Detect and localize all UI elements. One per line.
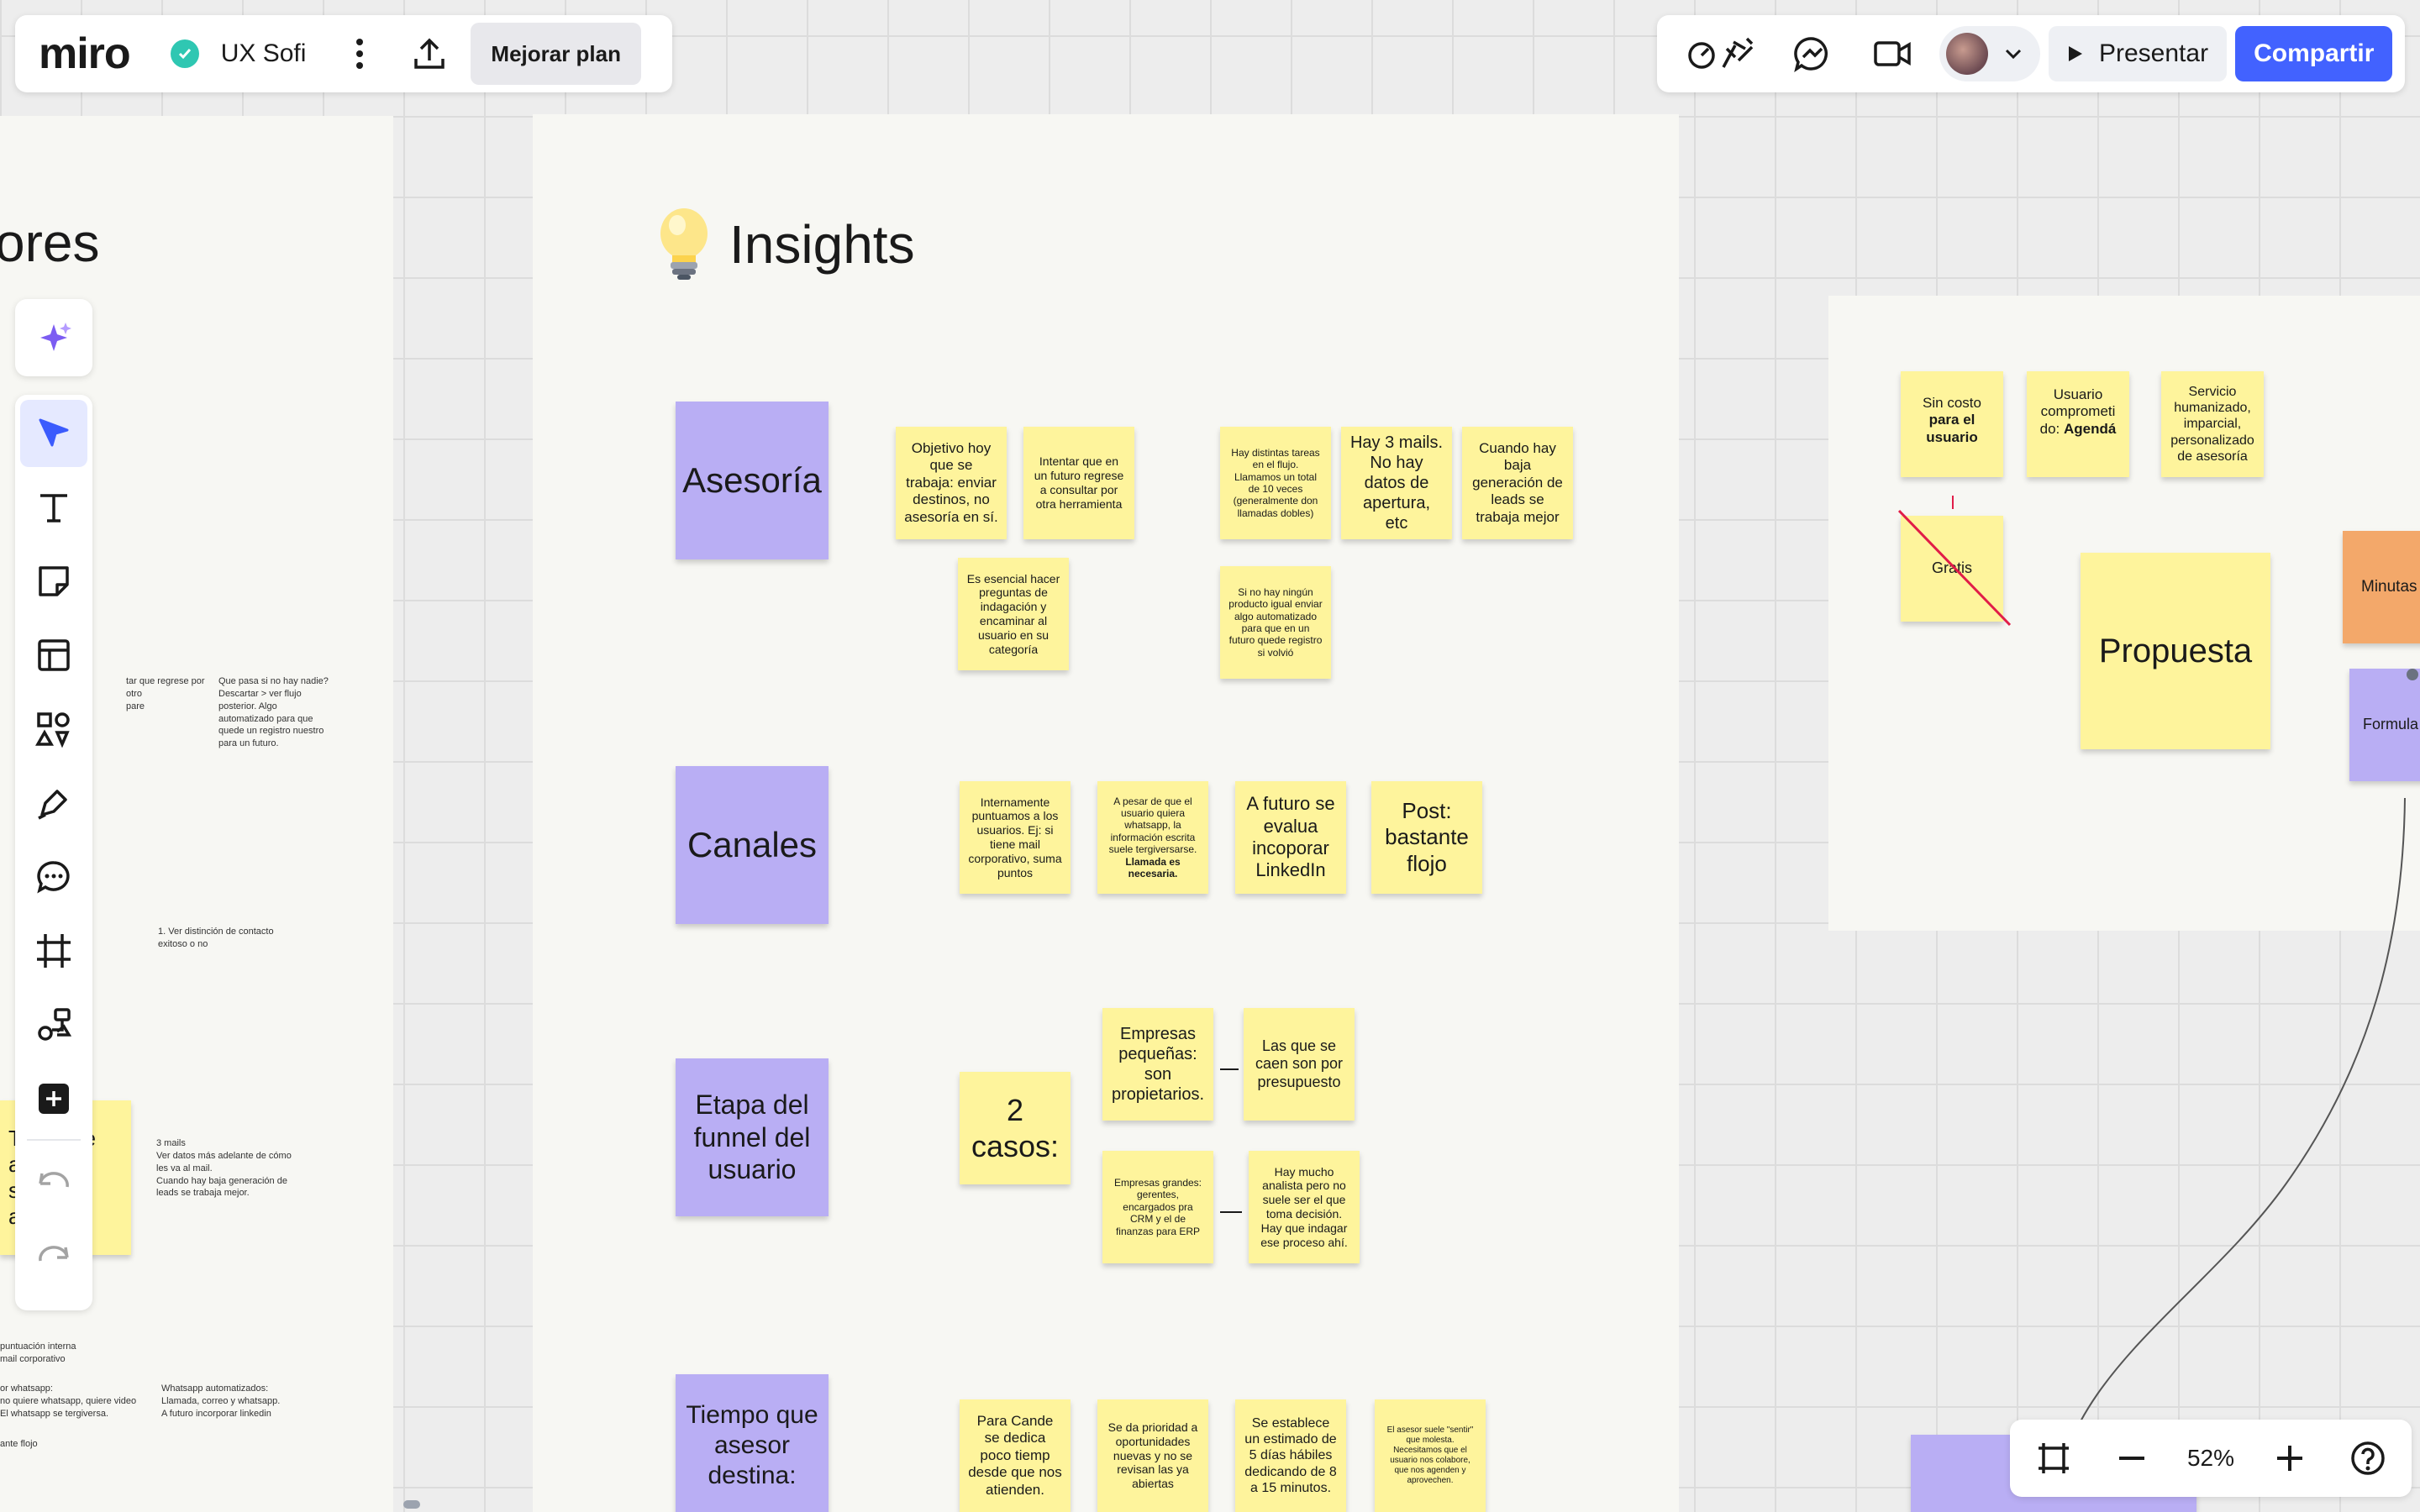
avatar <box>1946 33 1988 75</box>
row-label-tiempo[interactable]: Tiempo que asesor destina: <box>676 1374 829 1512</box>
left-note: Whatsapp automatizados: Llamada, correo … <box>161 1383 281 1419</box>
zoom-panel: 52% <box>2010 1420 2412 1497</box>
left-note: tar que regrese por otro pare <box>126 676 205 711</box>
sticky-note[interactable]: Es esencial hacer preguntas de indagació… <box>958 558 1069 670</box>
video-icon[interactable] <box>1867 24 1918 83</box>
sticky-note[interactable]: Usuario comprometi do: Agendá <box>2027 371 2129 477</box>
sticky-note[interactable]: Internamente puntuamos a los usuarios. E… <box>960 781 1071 894</box>
fit-to-screen-icon[interactable] <box>2030 1433 2077 1483</box>
chevron-down-icon <box>2005 49 2022 60</box>
insights-title: Insights <box>729 214 915 275</box>
sticky-note[interactable]: Las que se caen son por presupuesto <box>1244 1008 1355 1121</box>
export-icon[interactable] <box>407 29 452 79</box>
board-status-icon <box>170 39 199 68</box>
sticky-note[interactable]: Hay 3 mails. No hay datos de apertura, e… <box>1341 427 1452 539</box>
board-name[interactable]: UX Sofi <box>221 39 307 68</box>
sticky-note[interactable]: Para Cande se dedica poco tiemp desde qu… <box>960 1399 1071 1512</box>
more-tools-icon[interactable] <box>20 1065 87 1132</box>
sticky-note[interactable]: Hay mucho analista pero no suele ser el … <box>1249 1151 1360 1263</box>
connector-line <box>1220 1068 1239 1070</box>
comment-tool-icon[interactable] <box>20 843 87 911</box>
zoom-out-icon[interactable] <box>2108 1433 2155 1483</box>
sticky-note[interactable]: Se establece un estimado de 5 días hábil… <box>1235 1399 1346 1512</box>
left-note: puntuación interna mail corporativo <box>0 1341 76 1364</box>
sticky-note-propuesta[interactable]: Propuesta <box>2081 553 2270 749</box>
sticky-note-formula[interactable]: Formula <box>2349 669 2420 781</box>
sticky-note[interactable]: Se da prioridad a oportunidades nuevas y… <box>1097 1399 1208 1512</box>
left-frame-title: ores <box>0 213 100 273</box>
ai-sparkle-icon[interactable] <box>20 304 87 371</box>
undo-icon[interactable] <box>20 1146 87 1213</box>
sticky-note[interactable]: Empresas pequeñas: son propietarios. <box>1102 1008 1213 1121</box>
zoom-in-icon[interactable] <box>2266 1433 2313 1483</box>
chat-icon[interactable] <box>1786 24 1837 83</box>
select-tool-icon[interactable] <box>20 400 87 467</box>
zoom-level[interactable]: 52% <box>2187 1445 2234 1472</box>
left-note: or whatsapp: no quiere whatsapp, quiere … <box>0 1383 137 1419</box>
sticky-note-bold-text: Llamada es necesaria. <box>1125 855 1181 879</box>
left-note: Que pasa si no hay nadie? Descartar > ve… <box>218 676 329 749</box>
sticky-note-bold-text: para el usuario <box>1926 412 1978 445</box>
connector-handle[interactable] <box>2407 669 2418 680</box>
reactions-icon[interactable] <box>1682 24 1763 83</box>
sticky-note[interactable]: Servicio humanizado, imparcial, personal… <box>2161 371 2264 477</box>
sticky-note[interactable]: Post: bastante flojo <box>1371 781 1482 894</box>
connector-line <box>1952 496 1954 509</box>
sticky-note[interactable]: A futuro se evalua incoporar LinkedIn <box>1235 781 1346 894</box>
sticky-note[interactable]: Sin costo para el usuario <box>1901 371 2003 477</box>
left-note: ante flojo <box>0 1439 38 1449</box>
frame-tool-icon[interactable] <box>20 917 87 984</box>
collaborators-dropdown[interactable] <box>1939 26 2040 81</box>
redo-icon[interactable] <box>20 1220 87 1287</box>
connector-curve <box>2054 797 2406 1512</box>
shapes-tool-icon[interactable] <box>20 696 87 763</box>
sticky-note[interactable]: Empresas grandes: gerentes, encargados p… <box>1102 1151 1213 1263</box>
creation-toolbar <box>15 395 92 1310</box>
sticky-note-bold-text: Agendá <box>2064 420 2117 437</box>
toolbar-divider <box>27 1139 81 1141</box>
sticky-note[interactable]: Objetivo hoy que se trabaja: enviar dest… <box>896 427 1007 539</box>
play-icon <box>2069 46 2082 61</box>
horizontal-scroll-handle[interactable] <box>403 1500 420 1509</box>
row-label-canales[interactable]: Canales <box>676 766 829 924</box>
sticky-note[interactable]: Si no hay ningún producto igual enviar a… <box>1220 566 1331 679</box>
sticky-note[interactable]: A pesar de que el usuario quiera whatsap… <box>1097 781 1208 894</box>
present-button[interactable]: Presentar <box>2049 26 2228 81</box>
sticky-note[interactable]: El asesor suele "sentir" que molesta. Ne… <box>1375 1399 1486 1512</box>
share-button[interactable]: Compartir <box>2235 26 2393 81</box>
help-icon[interactable] <box>2344 1433 2391 1483</box>
board-actions-panel: Presentar Compartir <box>1657 15 2405 92</box>
more-options-icon[interactable] <box>343 29 376 79</box>
template-tool-icon[interactable] <box>20 622 87 689</box>
upgrade-plan-button[interactable]: Mejorar plan <box>471 23 641 85</box>
connector-line <box>1220 1211 1242 1213</box>
text-tool-icon[interactable] <box>20 474 87 541</box>
row-label-funnel[interactable]: Etapa del funnel del usuario <box>676 1058 829 1216</box>
sticky-note[interactable]: Hay distintas tareas en el flujo. Llamam… <box>1220 427 1331 539</box>
pen-tool-icon[interactable] <box>20 769 87 837</box>
sticky-note-text: A pesar de que el usuario quiera whatsap… <box>1108 795 1197 856</box>
sticky-note[interactable]: Cuando hay baja generación de leads se t… <box>1462 427 1573 539</box>
sticky-note[interactable]: Intentar que en un futuro regrese a cons… <box>1023 427 1134 539</box>
present-label: Presentar <box>2099 39 2209 67</box>
sticky-note-tool-icon[interactable] <box>20 548 87 615</box>
sticky-note-text: Sin costo <box>1923 395 1981 411</box>
left-note: 3 mails Ver datos más adelante de cómo l… <box>156 1138 292 1199</box>
row-label-asesoria[interactable]: Asesoría <box>676 402 829 559</box>
miro-logo[interactable]: miro <box>39 32 131 76</box>
left-note: 1. Ver distinción de contacto exitoso o … <box>158 927 274 949</box>
lightbulb-icon <box>660 208 708 280</box>
strike-line <box>1897 509 2012 627</box>
ai-toolbar <box>15 299 92 376</box>
sticky-note-minutas[interactable]: Minutas <box>2343 531 2420 643</box>
sticky-note[interactable]: 2 casos: <box>960 1072 1071 1184</box>
diagram-tool-icon[interactable] <box>20 991 87 1058</box>
board-header-panel: miro UX Sofi Mejorar plan <box>15 15 672 92</box>
